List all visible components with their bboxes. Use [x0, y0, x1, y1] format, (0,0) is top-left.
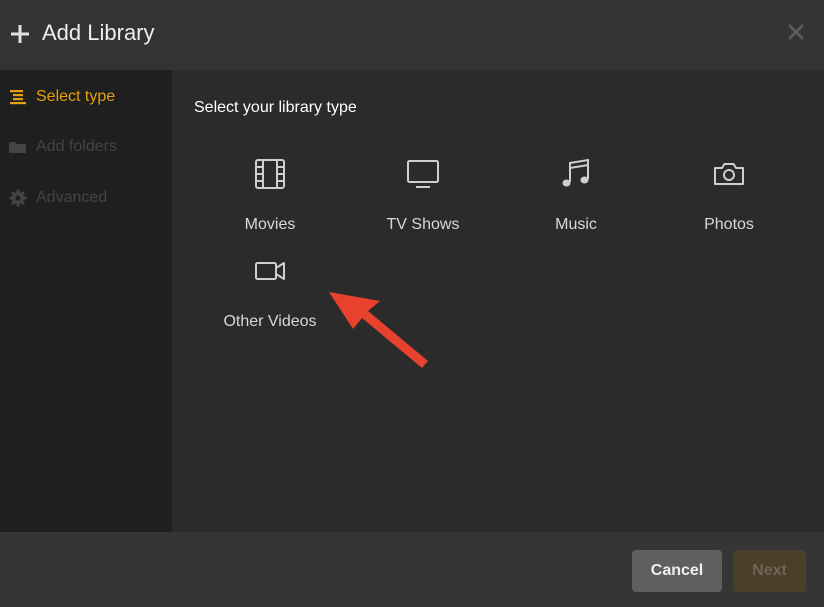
library-type-panel: Select your library type Movies TV Shows: [172, 70, 824, 532]
library-type-other-videos[interactable]: Other Videos: [200, 255, 340, 335]
library-type-label: Movies: [244, 216, 296, 233]
dialog-header: Add Library: [0, 0, 824, 70]
library-type-tv-shows[interactable]: TV Shows: [353, 158, 493, 238]
sidebar-item-label: Advanced: [36, 189, 108, 206]
gear-icon: [8, 189, 28, 207]
music-note-icon: [562, 158, 589, 187]
cancel-button[interactable]: Cancel: [632, 550, 722, 592]
library-type-label: Other Videos: [223, 313, 317, 330]
dialog-title: Add Library: [42, 20, 155, 45]
sidebar: Select type Add folders Advanced: [0, 70, 172, 532]
film-icon: [255, 159, 285, 189]
camera-icon: [714, 163, 744, 185]
annotation-arrow: [329, 292, 428, 368]
sidebar-item-label: Select type: [36, 88, 116, 105]
library-type-movies[interactable]: Movies: [200, 158, 340, 238]
panel-heading: Select your library type: [194, 99, 357, 116]
dialog-footer: Cancel Next: [0, 532, 824, 607]
library-type-label: TV Shows: [386, 216, 460, 233]
library-type-photos[interactable]: Photos: [659, 158, 799, 238]
library-type-label: Music: [555, 216, 597, 233]
sidebar-item-add-folders: Add folders: [8, 134, 168, 160]
sidebar-item-select-type[interactable]: Select type: [8, 84, 168, 110]
sidebar-item-label: Add folders: [36, 138, 117, 155]
next-button[interactable]: Next: [733, 550, 806, 592]
sidebar-item-advanced: Advanced: [8, 185, 168, 211]
video-camera-icon: [255, 262, 285, 280]
library-type-music[interactable]: Music: [506, 158, 646, 238]
plus-icon: [11, 25, 29, 43]
tv-icon: [407, 160, 439, 188]
list-icon: [8, 88, 28, 106]
folder-icon: [8, 138, 28, 156]
close-icon[interactable]: [785, 21, 807, 43]
library-type-label: Photos: [704, 216, 754, 233]
